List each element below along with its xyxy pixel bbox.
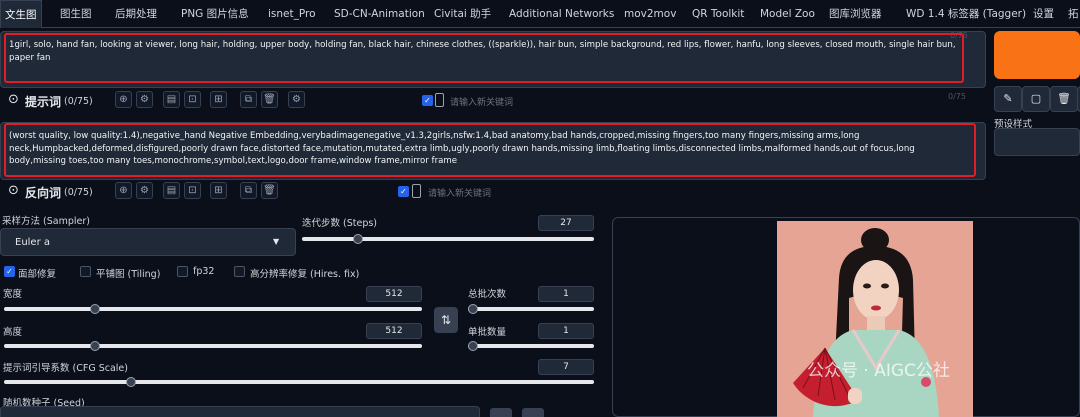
height-slider-knob[interactable] [89, 341, 100, 351]
trash-icon[interactable]: 🗑 [261, 91, 278, 108]
keyword-input[interactable]: 请输入新关键词 [450, 95, 513, 108]
trash-icon[interactable]: 🗑 [1050, 86, 1078, 112]
tab-model-zoo[interactable]: Model Zoo [760, 0, 815, 28]
sampler-value: Euler a [15, 237, 51, 248]
bookmark-icon[interactable]: ⊡ [184, 182, 201, 199]
generated-image[interactable] [613, 218, 1080, 417]
height-input[interactable]: 512 [366, 323, 422, 339]
tab-settings[interactable]: 设置 [1033, 0, 1054, 28]
expand-icon[interactable]: ⊞ [210, 182, 227, 199]
tab-extensions[interactable]: 拓 [1068, 0, 1079, 28]
width-slider-knob[interactable] [89, 304, 100, 314]
tab-txt2img[interactable]: 文生图 [0, 0, 42, 28]
neg-token-counter: 0/75 [948, 92, 966, 101]
collapse-icon[interactable]: ⊙ [8, 92, 19, 107]
keyword-checkbox[interactable]: ✓ [422, 95, 433, 106]
tab-extras[interactable]: 后期处理 [115, 0, 157, 28]
tab-image-browser[interactable]: 图库浏览器 [829, 0, 882, 28]
batch-count-label: 总批次数 [468, 289, 507, 300]
negative-label: 反向词 [25, 186, 62, 200]
generate-button[interactable] [994, 31, 1080, 79]
batch-size-slider-track[interactable] [468, 344, 594, 348]
trash-icon[interactable]: 🗑 [261, 182, 278, 199]
steps-label: 迭代步数 (Steps) [302, 218, 378, 229]
recycle-icon[interactable] [522, 408, 544, 417]
tab-sd-cn-animation[interactable]: SD-CN-Animation [334, 0, 425, 28]
fp32-checkbox[interactable] [177, 266, 188, 277]
steps-input[interactable]: 27 [538, 215, 594, 231]
pencil-icon[interactable]: ✎ [994, 86, 1022, 112]
face-restore-checkbox[interactable]: ✓ [4, 266, 15, 277]
bookmark-icon[interactable]: ⊡ [184, 91, 201, 108]
copy-icon[interactable]: ⧉ [240, 182, 257, 199]
hires-label: 高分辨率修复 (Hires. fix) [250, 269, 360, 280]
tab-civitai-helper[interactable]: Civitai 助手 [434, 0, 491, 28]
settings-gear-icon[interactable]: ⚙ [136, 91, 153, 108]
prompt-label: 提示词 [25, 95, 62, 109]
tab-isnet-pro[interactable]: isnet_Pro [268, 0, 316, 28]
keyword-checkbox[interactable]: ✓ [398, 186, 409, 197]
height-slider-track[interactable] [4, 344, 422, 348]
batch-count-slider-knob[interactable] [468, 304, 478, 314]
width-input[interactable]: 512 [366, 286, 422, 302]
batch-size-slider-knob[interactable] [468, 341, 478, 351]
seed-input[interactable] [0, 406, 480, 417]
copy-icon[interactable]: ⧉ [240, 91, 257, 108]
height-label: 高度 [3, 327, 23, 338]
prompt-textarea[interactable]: 1girl, solo, hand fan, looking at viewer… [9, 39, 959, 79]
prompt-count: (0/75) [64, 96, 93, 107]
hires-checkbox[interactable] [234, 266, 245, 277]
cfg-input[interactable]: 7 [538, 359, 594, 375]
batch-count-slider-track[interactable] [468, 307, 594, 311]
tab-png-info[interactable]: PNG 图片信息 [181, 0, 249, 28]
collapse-icon[interactable]: ⊙ [8, 183, 19, 198]
fp32-label: fp32 [193, 266, 215, 277]
face-restore-label: 面部修复 [18, 269, 57, 280]
steps-slider-track[interactable] [302, 237, 594, 241]
cfg-label: 提示词引导系数 (CFG Scale) [3, 363, 128, 374]
negative-count: (0/75) [64, 187, 93, 198]
cfg-slider-track[interactable] [4, 380, 594, 384]
negative-textarea[interactable]: (worst quality, low quality:1.4),negativ… [9, 130, 971, 172]
translate-icon[interactable]: ⊕ [115, 91, 132, 108]
tab-wd-tagger[interactable]: WD 1.4 标签器 (Tagger) [906, 0, 1026, 28]
tab-img2img[interactable]: 图生图 [60, 0, 92, 28]
chevron-down-icon: ▼ [273, 237, 280, 246]
tab-mov2mov[interactable]: mov2mov [624, 0, 676, 28]
gear-icon[interactable]: ⚙ [288, 91, 305, 108]
tiling-label: 平铺图 (Tiling) [96, 269, 161, 280]
batch-size-input[interactable]: 1 [538, 323, 594, 339]
swap-dimensions-icon[interactable]: ⇅ [434, 307, 458, 333]
expand-icon[interactable]: ⊞ [210, 91, 227, 108]
keyword-input[interactable]: 请输入新关键词 [428, 186, 491, 199]
paste-icon[interactable]: ▤ [163, 182, 180, 199]
tab-additional-networks[interactable]: Additional Networks [509, 0, 614, 28]
negative-toolbar: ⊙ 反向词 (0/75) ⊕ ⚙ ▤ ⊡ ⊞ ⧉ 🗑 ✓ 请输入新关键词 [4, 181, 986, 203]
batch-count-input[interactable]: 1 [538, 286, 594, 302]
paste-icon[interactable]: ▤ [163, 91, 180, 108]
tab-qr-toolkit[interactable]: QR Toolkit [692, 0, 744, 28]
batch-size-label: 单批数量 [468, 327, 507, 338]
width-label: 宽度 [3, 289, 23, 300]
keyword-input-icon [412, 184, 421, 198]
keyword-input-icon [435, 93, 444, 107]
clipboard-icon[interactable]: ▢ [1022, 86, 1050, 112]
width-slider-track[interactable] [4, 307, 422, 311]
watermark-text: 公众号 · AIGC公社 [807, 361, 950, 381]
sampler-label: 采样方法 (Sampler) [2, 216, 90, 227]
translate-icon[interactable]: ⊕ [115, 182, 132, 199]
sampler-dropdown[interactable]: Euler a ▼ [0, 228, 296, 256]
image-preview-panel: 公众号 · AIGC公社 [612, 217, 1080, 417]
settings-gear-icon[interactable]: ⚙ [136, 182, 153, 199]
tab-bar: 文生图 图生图 后期处理 PNG 图片信息 isnet_Pro SD-CN-An… [0, 0, 1080, 28]
tiling-checkbox[interactable] [80, 266, 91, 277]
steps-slider-knob[interactable] [352, 234, 363, 244]
prompt-toolbar: ⊙ 提示词 (0/75) ⊕ ⚙ ▤ ⊡ ⊞ ⧉ 🗑 ⚙ ✓ 请输入新关键词 0… [4, 90, 986, 112]
styles-dropdown[interactable] [994, 128, 1080, 156]
cfg-slider-knob[interactable] [125, 377, 136, 387]
dice-icon[interactable] [490, 408, 512, 417]
